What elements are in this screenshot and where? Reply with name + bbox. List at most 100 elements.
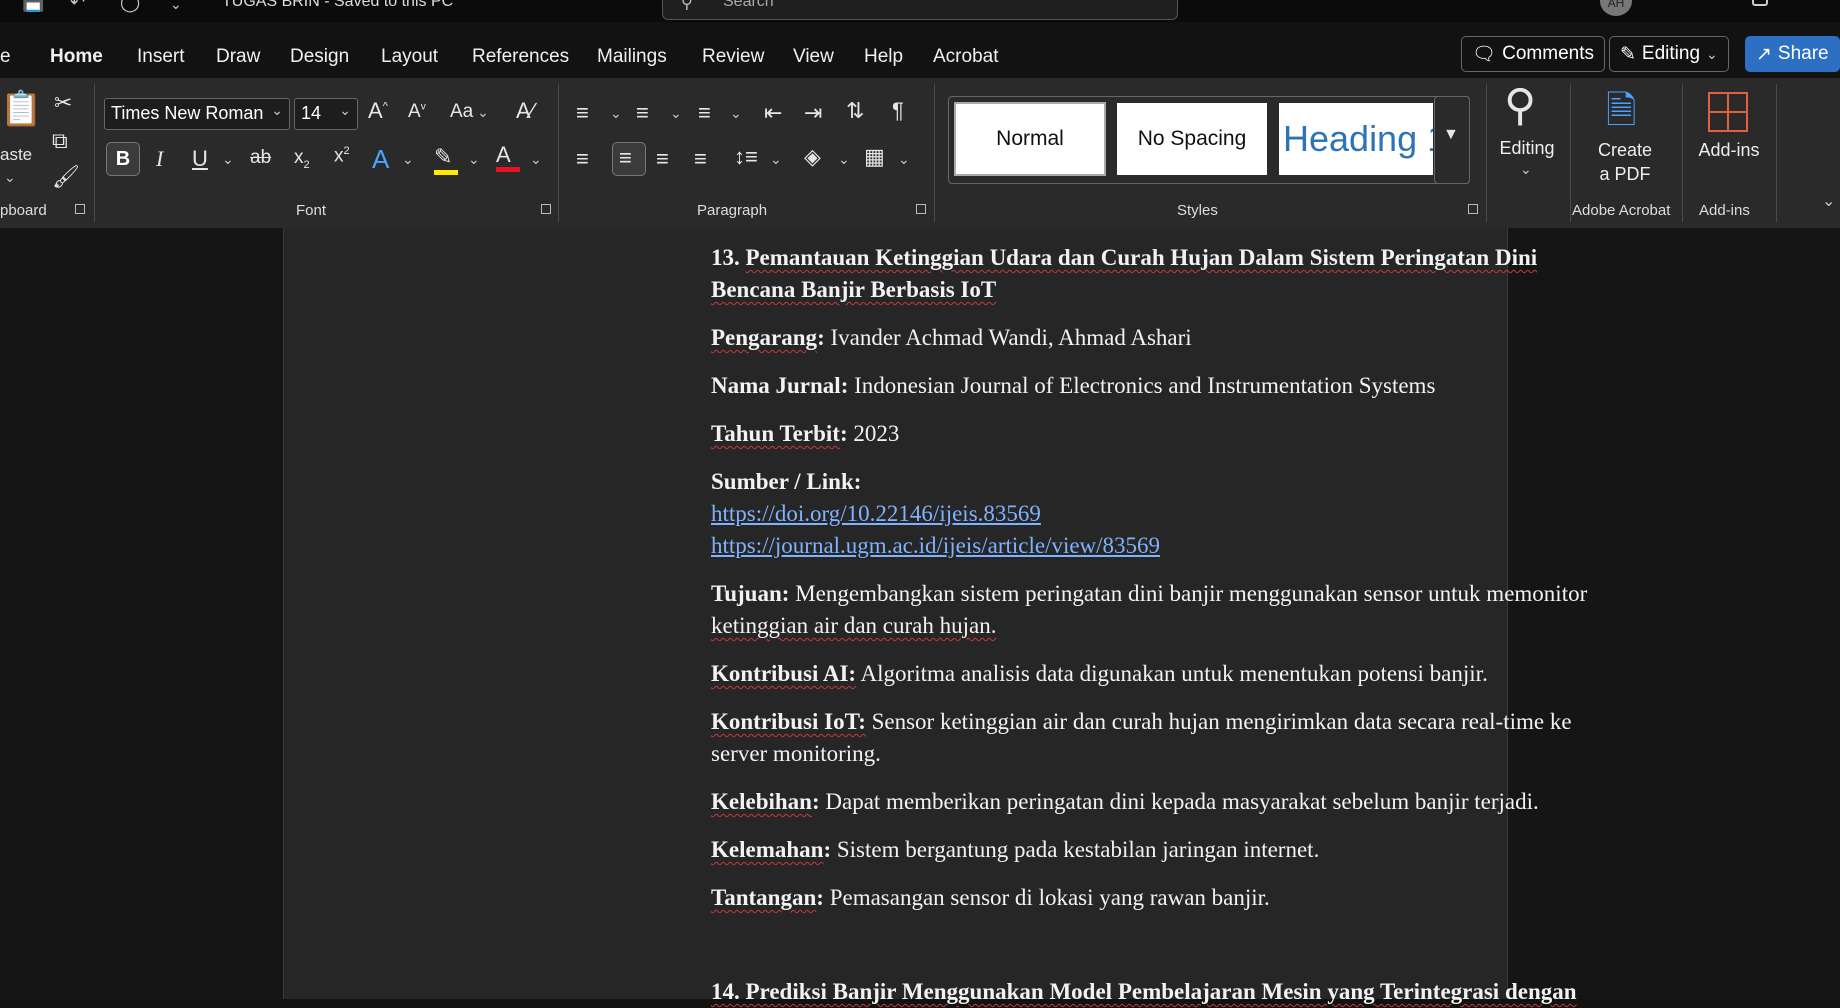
numbering-icon[interactable]: ≡ [636, 102, 649, 124]
tab-acrobat[interactable]: Acrobat [933, 46, 998, 68]
link-journal[interactable]: https://journal.ugm.ac.id/ijeis/article/… [711, 530, 1160, 562]
format-painter-icon[interactable]: 🖌 [52, 166, 80, 188]
styles-launcher-icon[interactable] [1468, 204, 1478, 214]
show-formatting-marks-icon[interactable]: ¶ [892, 100, 904, 122]
strikethrough-button[interactable]: ab [250, 148, 271, 167]
multilevel-chevron-icon[interactable]: ⌄ [730, 106, 742, 120]
tab-home[interactable]: Home [50, 46, 103, 68]
tab-help[interactable]: Help [864, 46, 903, 68]
paste-label[interactable]: aste [0, 146, 32, 163]
clipboard-launcher-icon[interactable] [75, 204, 85, 214]
bold-button[interactable]: B [106, 142, 140, 176]
align-left-icon[interactable]: ≡ [576, 148, 589, 170]
editing-group-button[interactable]: Editing [1498, 138, 1556, 159]
font-color-icon[interactable]: A [496, 144, 520, 172]
heading-13-line1: 13. Pemantauan Ketinggian Udara dan Cura… [711, 242, 1537, 274]
kelemahan-label: Kelemahan [711, 837, 824, 862]
copy-icon[interactable]: ⧉ [52, 130, 68, 152]
tujuan-label: Tujuan: [711, 581, 790, 606]
add-ins-group-label: Add-ins [1699, 202, 1750, 219]
collapse-ribbon-icon[interactable]: ⌄ [1822, 194, 1835, 210]
tab-view[interactable]: View [793, 46, 834, 68]
create-pdf-line2[interactable]: a PDF [1594, 164, 1656, 185]
paragraph-launcher-icon[interactable] [916, 204, 926, 214]
restore-window-icon[interactable] [1752, 0, 1768, 6]
tantangan-paragraph: Tantangan: Pemasangan sensor di lokasi y… [711, 885, 1270, 910]
shrink-font-icon[interactable]: Av [408, 102, 426, 121]
paste-icon[interactable]: 📋 [0, 92, 42, 126]
underline-button[interactable]: U [192, 148, 208, 170]
superscript-button[interactable]: x2 [334, 146, 350, 166]
sort-icon[interactable]: ⇅ [846, 100, 864, 122]
subscript-button[interactable]: x2 [294, 148, 310, 171]
tab-review[interactable]: Review [702, 46, 764, 68]
align-right-icon[interactable]: ≡ [656, 148, 669, 170]
font-size-value: 14 [301, 103, 322, 123]
font-name-dropdown[interactable]: Times New Roman ⌄ [104, 98, 290, 130]
adobe-acrobat-group-label: Adobe Acrobat [1572, 202, 1671, 219]
document-title[interactable]: TUGAS BRIN - Saved to this PC [222, 0, 453, 11]
tab-layout[interactable]: Layout [381, 46, 438, 68]
search-box[interactable]: ⚲ Search [662, 0, 1178, 20]
editing-mode-button[interactable]: ✎ Editing ⌄ [1609, 36, 1729, 72]
paste-chevron-icon[interactable]: ⌄ [4, 170, 16, 184]
styles-more-button[interactable]: ▼ [1434, 96, 1470, 184]
change-case-button[interactable]: Aa ⌄ [450, 102, 489, 121]
justify-icon[interactable]: ≡ [694, 148, 707, 170]
align-center-button[interactable]: ≡ [612, 142, 646, 176]
quick-access-chevron-icon[interactable]: ⌄ [170, 0, 182, 13]
bullets-chevron-icon[interactable]: ⌄ [610, 106, 622, 120]
add-ins-button[interactable]: Add-ins [1690, 140, 1768, 161]
clear-formatting-icon[interactable]: A∕ [516, 100, 534, 122]
increase-indent-icon[interactable]: ⇥ [804, 102, 822, 124]
borders-icon[interactable]: ▦ [864, 146, 885, 168]
line-spacing-chevron-icon[interactable]: ⌄ [770, 152, 782, 166]
tab-file[interactable]: e [0, 46, 11, 68]
jurnal-paragraph: Nama Jurnal: Indonesian Journal of Elect… [711, 373, 1436, 398]
line-spacing-icon[interactable]: ↕≡ [734, 146, 758, 168]
tab-draw[interactable]: Draw [216, 46, 260, 68]
tab-references[interactable]: References [472, 46, 569, 68]
underline-chevron-icon[interactable]: ⌄ [222, 152, 234, 166]
tab-insert[interactable]: Insert [137, 46, 185, 68]
undo-icon[interactable]: ↶ [70, 0, 85, 13]
numbering-chevron-icon[interactable]: ⌄ [670, 106, 682, 120]
link-doi[interactable]: https://doi.org/10.22146/ijeis.83569 [711, 498, 1041, 530]
font-color-chevron-icon[interactable]: ⌄ [530, 152, 542, 166]
multilevel-list-icon[interactable]: ≡ [698, 102, 711, 124]
borders-chevron-icon[interactable]: ⌄ [898, 152, 910, 166]
grow-font-icon[interactable]: A^ [368, 100, 388, 122]
comments-button[interactable]: 🗨 Comments [1461, 36, 1605, 72]
shading-icon[interactable]: ◈ [804, 146, 821, 168]
save-icon[interactable]: 💾 [22, 0, 44, 13]
find-magnifier-icon[interactable]: ⚲ [1504, 84, 1536, 128]
style-normal[interactable]: Normal [954, 102, 1106, 176]
editing-chevron-icon[interactable]: ⌄ [1520, 162, 1532, 176]
highlight-chevron-icon[interactable]: ⌄ [468, 152, 480, 166]
style-heading-1[interactable]: Heading 1 [1279, 103, 1433, 175]
add-ins-icon[interactable] [1708, 92, 1748, 132]
tab-mailings[interactable]: Mailings [597, 46, 667, 68]
share-button[interactable]: ↗ Share [1745, 36, 1840, 72]
font-launcher-icon[interactable] [541, 204, 551, 214]
create-pdf-icon[interactable]: 🗎 [1606, 92, 1637, 130]
tab-design[interactable]: Design [290, 46, 349, 68]
document-page[interactable]: 13. Pemantauan Ketinggian Udara dan Cura… [283, 228, 1587, 1004]
highlight-icon[interactable]: ✎ [434, 146, 458, 175]
decrease-indent-icon[interactable]: ⇤ [764, 102, 782, 124]
italic-button[interactable]: I [156, 148, 163, 170]
expand-gallery-icon: ▼ [1443, 126, 1459, 143]
tahun-value: 2023 [847, 421, 900, 446]
create-pdf-line1[interactable]: Create [1594, 140, 1656, 161]
shading-chevron-icon[interactable]: ⌄ [838, 152, 850, 166]
text-effects-chevron-icon[interactable]: ⌄ [402, 152, 414, 166]
cut-icon[interactable]: ✂ [54, 92, 72, 114]
tahun-label: Tahun Terbit [711, 421, 840, 446]
style-no-spacing[interactable]: No Spacing [1117, 103, 1267, 175]
chevron-down-icon: ⌄ [271, 102, 283, 118]
redo-icon[interactable]: ◯ [120, 0, 140, 13]
font-size-dropdown[interactable]: 14 ⌄ [294, 98, 358, 130]
text-effects-icon[interactable]: A [372, 146, 389, 172]
avatar[interactable]: AH [1600, 0, 1632, 16]
bullets-icon[interactable]: ≡ [576, 102, 589, 124]
